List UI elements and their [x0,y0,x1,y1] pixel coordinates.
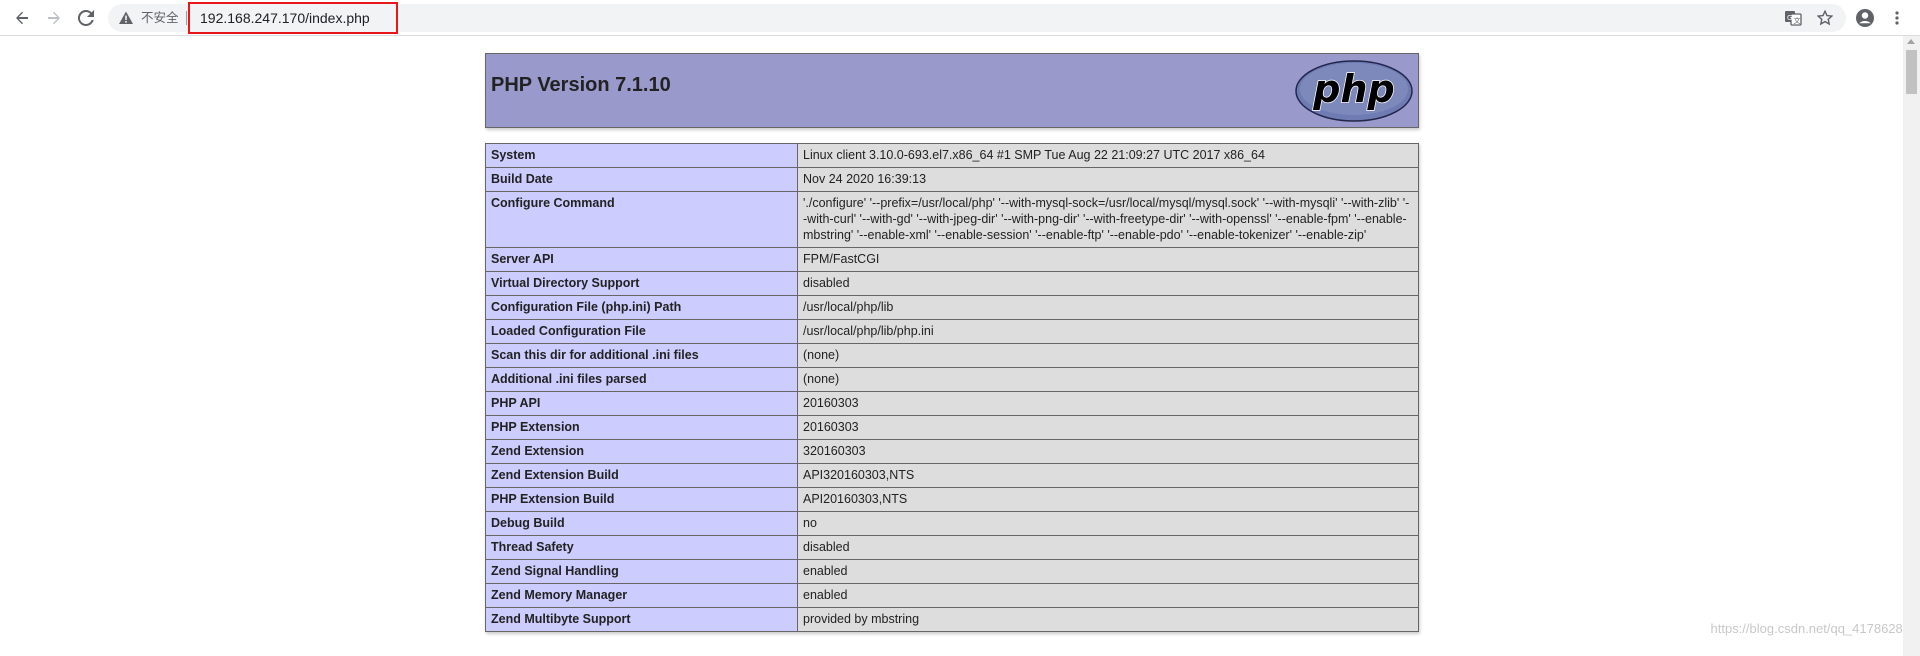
row-value: disabled [797,535,1419,560]
phpinfo-header: PHP Version 7.1.10 php [485,53,1419,128]
row-value: enabled [797,583,1419,608]
scroll-thumb[interactable] [1906,50,1917,94]
table-row: Virtual Directory Support disabled [485,271,1419,296]
table-row: Zend Extension 320160303 [485,439,1419,464]
svg-text:文: 文 [1794,16,1801,25]
row-label: System [485,143,798,168]
row-label: Virtual Directory Support [485,271,798,296]
table-row: PHP API 20160303 [485,391,1419,416]
table-row: Zend Memory Manager enabled [485,583,1419,608]
phpinfo-table: System Linux client 3.10.0-693.el7.x86_64… [485,143,1419,632]
row-value: FPM/FastCGI [797,247,1419,272]
translate-button[interactable]: G 文 [1781,6,1805,30]
row-value: Linux client 3.10.0-693.el7.x86_64 #1 SM… [797,143,1419,168]
row-label: Zend Memory Manager [485,583,798,608]
row-value: './configure' '--prefix=/usr/local/php' … [797,191,1419,248]
php-logo[interactable]: php [1294,59,1414,123]
row-label: Build Date [485,167,798,192]
row-value: enabled [797,559,1419,584]
row-value: 320160303 [797,439,1419,464]
scroll-up-arrow-icon[interactable] [1907,39,1915,44]
row-label: Zend Signal Handling [485,559,798,584]
row-value: /usr/local/php/lib [797,295,1419,320]
reload-button[interactable] [74,6,98,30]
row-label: Server API [485,247,798,272]
table-row: Zend Extension Build API320160303,NTS [485,463,1419,488]
row-label: Configure Command [485,191,798,248]
row-label: Thread Safety [485,535,798,560]
arrow-right-icon [48,11,60,25]
table-row: Thread Safety disabled [485,535,1419,560]
table-row: Build Date Nov 24 2020 16:39:13 [485,167,1419,192]
table-row: Zend Multibyte Support provided by mbstri… [485,607,1419,632]
menu-button[interactable] [1885,6,1909,30]
row-label: Zend Extension Build [485,463,798,488]
row-value: 20160303 [797,391,1419,416]
page-title: PHP Version 7.1.10 [491,74,671,96]
table-row: Debug Build no [485,511,1419,536]
row-value: 20160303 [797,415,1419,440]
row-label: Loaded Configuration File [485,319,798,344]
bookmark-button[interactable] [1813,6,1837,30]
warning-icon[interactable] [118,10,134,26]
watermark: https://blog.csdn.net/qq_41786285 [1710,621,1911,636]
account-avatar-icon [1856,9,1874,27]
kebab-menu-icon [1895,11,1899,25]
table-row: PHP Extension 20160303 [485,415,1419,440]
reload-icon [78,10,94,26]
row-value: (none) [797,367,1419,392]
page-content: PHP Version 7.1.10 php System Linux clien… [0,36,1920,656]
row-value: /usr/local/php/lib/php.ini [797,319,1419,344]
row-label: Configuration File (php.ini) Path [485,295,798,320]
table-row: Server API FPM/FastCGI [485,247,1419,272]
row-value: disabled [797,271,1419,296]
row-value: API320160303,NTS [797,463,1419,488]
row-value: (none) [797,343,1419,368]
back-button[interactable] [10,6,34,30]
table-row: Configure Command './configure' '--prefix… [485,191,1419,248]
row-value: Nov 24 2020 16:39:13 [797,167,1419,192]
table-row: PHP Extension Build API20160303,NTS [485,487,1419,512]
row-label: Zend Extension [485,439,798,464]
omnibox-divider [186,11,187,25]
row-value: API20160303,NTS [797,487,1419,512]
table-row: Scan this dir for additional .ini files(… [485,343,1419,368]
svg-text:G: G [1787,14,1792,22]
row-value: provided by mbstring [797,607,1419,632]
row-label: Additional .ini files parsed [485,367,798,392]
vertical-scrollbar[interactable] [1903,36,1920,656]
url-text[interactable]: 192.168.247.170/index.php [200,10,370,26]
row-label: PHP Extension Build [485,487,798,512]
insecure-label[interactable]: 不安全 [141,10,179,26]
browser-toolbar: 不安全 192.168.247.170/index.php G 文 [0,0,1920,36]
arrow-left-icon [16,11,28,25]
row-value: no [797,511,1419,536]
table-row: Additional .ini files parsed (none) [485,367,1419,392]
table-row: System Linux client 3.10.0-693.el7.x86_64… [485,143,1419,168]
row-label: PHP API [485,391,798,416]
translate-icon: G 文 [1785,11,1802,26]
row-label: PHP Extension [485,415,798,440]
profile-button[interactable] [1853,6,1877,30]
logo-text: php [1312,67,1394,111]
row-label: Scan this dir for additional .ini files [485,343,798,368]
address-bar[interactable]: 不安全 192.168.247.170/index.php [108,4,1846,32]
star-icon [1817,10,1833,26]
row-label: Zend Multibyte Support [485,607,798,632]
table-row: Loaded Configuration File/usr/local/php/… [485,319,1419,344]
forward-button[interactable] [42,6,66,30]
table-row: Configuration File (php.ini) Path/usr/lo… [485,295,1419,320]
row-label: Debug Build [485,511,798,536]
table-row: Zend Signal Handling enabled [485,559,1419,584]
